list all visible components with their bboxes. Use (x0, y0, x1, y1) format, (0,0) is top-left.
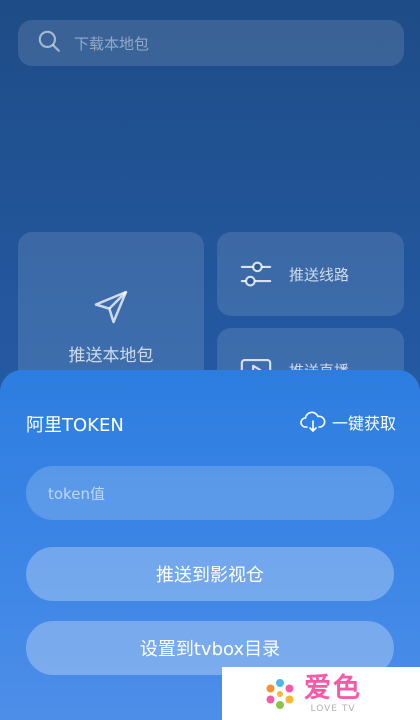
search-icon (36, 28, 62, 58)
one-click-fetch-label: 一键获取 (331, 414, 396, 433)
token-input[interactable]: token值 (26, 466, 394, 520)
push-routes-label: 推送线路 (289, 265, 350, 284)
push-local-package-label: 推送本地包 (68, 346, 154, 366)
watermark: 爱色 LOVE TV (222, 667, 420, 720)
watermark-sub: LOVE TV (310, 703, 356, 714)
send-icon (94, 290, 128, 324)
watermark-brand: 爱色 (304, 672, 362, 704)
search-bar[interactable]: 下载本地包 (18, 20, 404, 66)
push-routes-card[interactable]: 推送线路 (217, 232, 404, 316)
push-local-package-card[interactable]: 推送本地包 (18, 232, 204, 392)
one-click-fetch-button[interactable]: 一键获取 (300, 410, 396, 434)
search-placeholder: 下载本地包 (74, 34, 150, 53)
token-placeholder: token值 (48, 484, 105, 503)
flower-logo-icon (266, 678, 294, 709)
cloud-download-icon (300, 411, 326, 432)
push-to-repo-button[interactable]: 推送到影视仓 (26, 547, 394, 601)
sliders-icon (240, 261, 272, 287)
sheet-title: 阿里TOKEN (26, 415, 124, 436)
